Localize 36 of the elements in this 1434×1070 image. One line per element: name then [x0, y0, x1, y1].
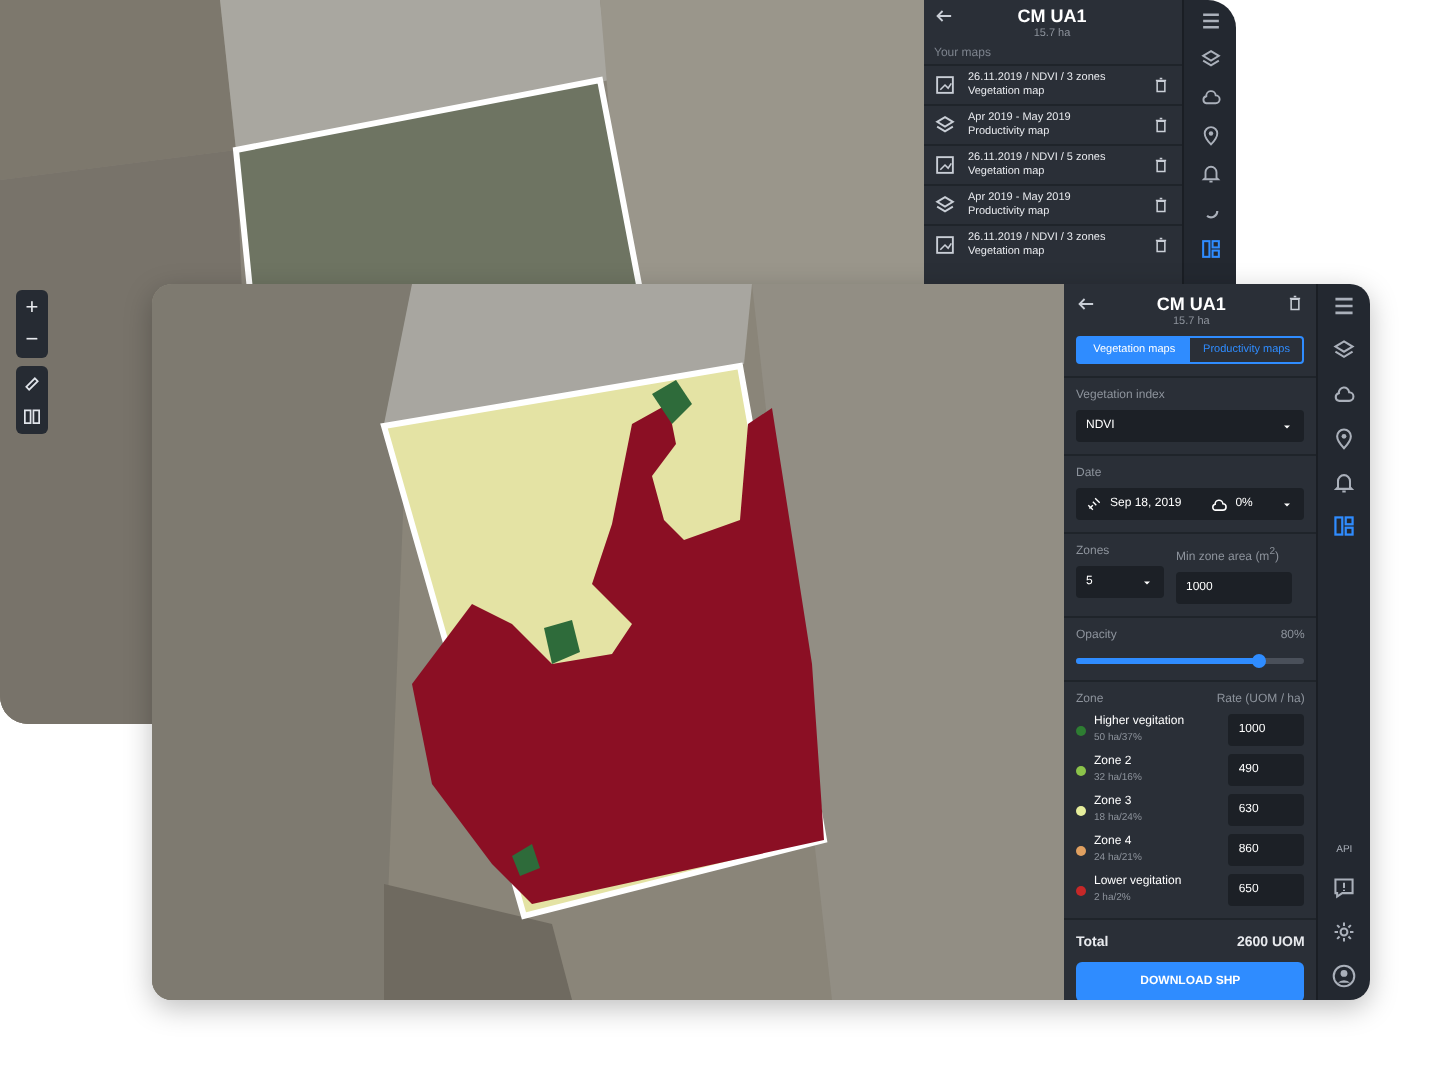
grid-icon[interactable]	[1199, 238, 1221, 260]
map-pin-icon[interactable]	[1332, 426, 1357, 450]
bell-icon[interactable]	[1332, 470, 1357, 494]
menu-icon[interactable]	[1332, 294, 1357, 318]
field-title: CM UA1	[1156, 294, 1226, 314]
layers-icon	[934, 114, 956, 136]
zoom-out-button[interactable]: −	[16, 328, 48, 352]
trash-icon[interactable]	[1152, 236, 1170, 254]
trash-icon[interactable]	[1152, 116, 1170, 134]
chart-document-icon	[934, 74, 956, 96]
grid-icon[interactable]	[1332, 514, 1357, 538]
chart-document-icon	[934, 154, 956, 176]
layers-icon[interactable]	[1332, 338, 1357, 362]
trash-icon[interactable]	[1286, 294, 1305, 312]
slider-thumb[interactable]	[1251, 654, 1266, 668]
ruler-icon[interactable]	[22, 374, 42, 394]
menu-icon[interactable]	[1199, 10, 1221, 32]
book-icon[interactable]	[22, 406, 42, 426]
chat-icon[interactable]	[1332, 876, 1357, 900]
layers-icon[interactable]	[1199, 48, 1221, 70]
back-arrow-icon[interactable]	[1076, 294, 1096, 314]
layers-icon	[934, 194, 956, 216]
user-icon[interactable]	[1332, 964, 1357, 988]
cloud-icon[interactable]	[1199, 86, 1221, 108]
opacity-slider[interactable]	[1076, 658, 1305, 664]
cloud-icon	[1209, 495, 1228, 513]
cloud-icon[interactable]	[1332, 382, 1357, 406]
bell-icon[interactable]	[1199, 162, 1221, 184]
back-arrow-icon[interactable]	[934, 6, 954, 26]
map-pin-icon[interactable]	[1199, 124, 1221, 146]
trash-icon[interactable]	[1152, 156, 1170, 174]
field-title: CM UA1	[1017, 6, 1087, 26]
trash-icon[interactable]	[1152, 196, 1170, 214]
chart-document-icon	[934, 234, 956, 256]
zoom-in-button[interactable]: +	[16, 296, 48, 320]
trash-icon[interactable]	[1152, 76, 1170, 94]
